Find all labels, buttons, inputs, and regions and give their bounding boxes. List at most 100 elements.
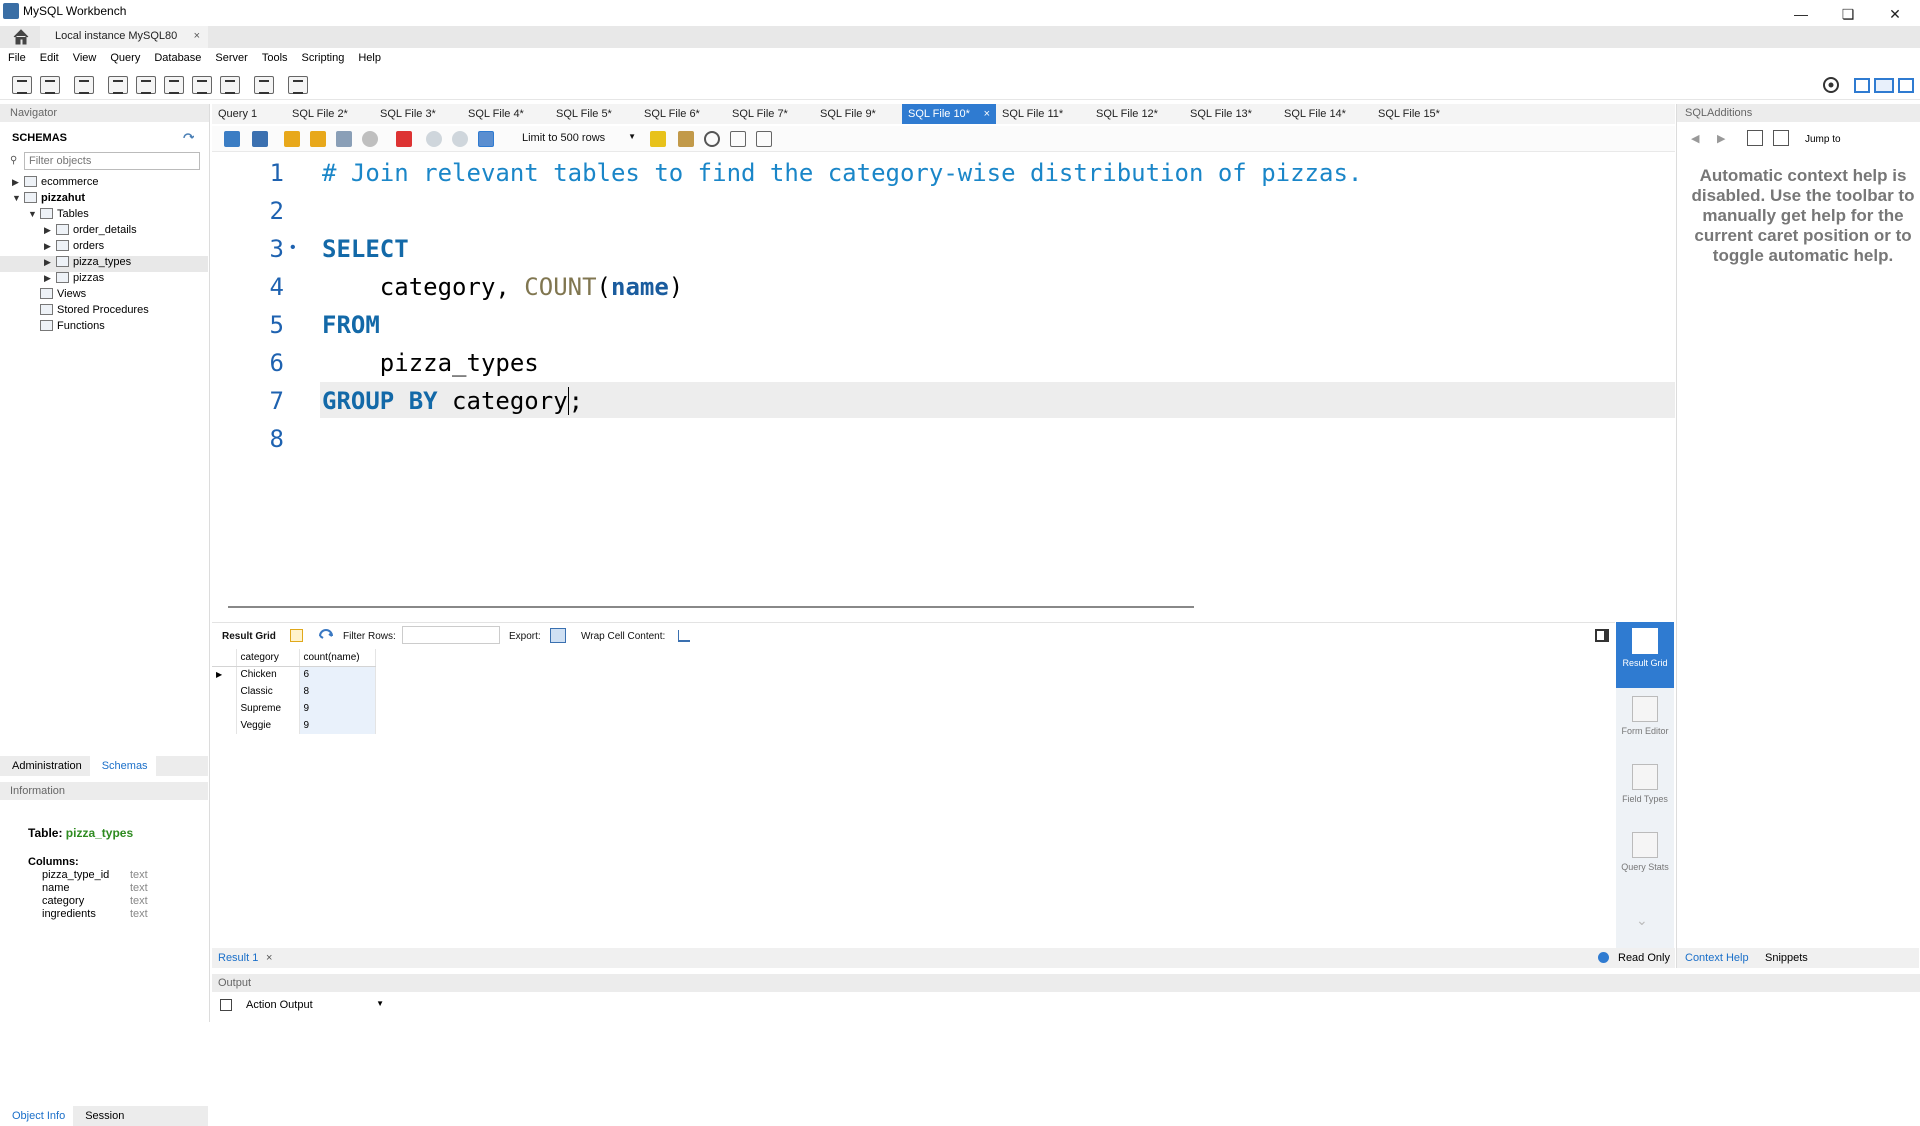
table-cell[interactable]: Chicken (236, 666, 300, 683)
execute-icon[interactable] (284, 131, 300, 147)
create-view-icon[interactable] (164, 76, 184, 94)
menu-file[interactable]: File (0, 48, 32, 64)
side-tab-result-grid[interactable]: Result Grid (1616, 622, 1674, 688)
create-function-icon[interactable] (220, 76, 240, 94)
open-file-icon[interactable] (224, 131, 240, 147)
connection-tab[interactable]: Local instance MySQL80 × (40, 26, 208, 48)
manual-help-icon[interactable] (1747, 130, 1763, 146)
tree-item[interactable]: ▼ Tables (0, 208, 208, 224)
copy-icon[interactable] (220, 999, 232, 1011)
collapsed-arrow-icon[interactable]: ▶ (44, 273, 56, 284)
editor-tab[interactable]: SQL File 2* (286, 104, 374, 124)
table-row[interactable]: Veggie 9 (212, 717, 376, 734)
close-tab-icon[interactable]: × (984, 108, 990, 120)
tree-item[interactable]: ▶ pizza_types (0, 256, 208, 272)
execute-current-icon[interactable] (310, 131, 326, 147)
commit-icon[interactable] (426, 131, 442, 147)
table-cell[interactable]: Supreme (236, 700, 300, 717)
row-marker[interactable] (212, 700, 237, 717)
refresh-icon[interactable] (318, 629, 334, 643)
editor-tab[interactable]: SQL File 15* (1372, 104, 1466, 124)
table-cell[interactable]: 6 (299, 666, 376, 683)
side-tab-query-stats[interactable]: Query Stats (1616, 826, 1674, 892)
explain-icon[interactable] (336, 131, 352, 147)
expanded-arrow-icon[interactable]: ▼ (28, 209, 40, 219)
column-header-category[interactable]: category (236, 649, 300, 667)
menu-tools[interactable]: Tools (254, 48, 294, 64)
editor-tab[interactable]: SQL File 11* (996, 104, 1090, 124)
new-sql-tab-icon[interactable] (12, 76, 32, 94)
settings-gear-icon[interactable] (1822, 76, 1840, 94)
tree-item[interactable]: ▶ ecommerce (0, 176, 208, 192)
tree-item[interactable]: Views (0, 288, 208, 304)
tab-schemas[interactable]: Schemas (89, 756, 156, 776)
tab-administration[interactable]: Administration (0, 756, 90, 776)
tab-object-info[interactable]: Object Info (0, 1106, 74, 1126)
filter-objects-input[interactable] (24, 152, 200, 170)
editor-tab[interactable]: Query 1 (212, 104, 286, 124)
tree-item[interactable]: ▼ pizzahut (0, 192, 208, 208)
menu-view[interactable]: View (65, 48, 103, 64)
toggle-error-icon[interactable] (396, 131, 412, 147)
scroll-down-icon[interactable]: ⌄ (1636, 912, 1648, 929)
editor-tab[interactable]: SQL File 14* (1278, 104, 1372, 124)
column-header-count[interactable]: count(name) (299, 649, 376, 667)
table-row[interactable]: ▶ Chicken 6 (212, 666, 376, 683)
refresh-schemas-icon[interactable] (182, 132, 194, 144)
menu-query[interactable]: Query (102, 48, 146, 64)
toggle-result-panel-icon[interactable] (1595, 629, 1609, 642)
result-grid-label[interactable]: Result Grid (222, 631, 276, 642)
close-button[interactable]: ✕ (1880, 4, 1910, 24)
grid-view-icon[interactable] (290, 629, 303, 642)
filter-rows-input[interactable] (402, 626, 500, 644)
menu-server[interactable]: Server (207, 48, 253, 64)
editor-tab[interactable]: SQL File 7* (726, 104, 814, 124)
wrap-cell-icon[interactable] (678, 630, 690, 642)
jump-to-label[interactable]: Jump to (1805, 134, 1841, 145)
tree-item[interactable]: ▶ orders (0, 240, 208, 256)
toggle-output-icon[interactable] (1874, 78, 1894, 93)
expanded-arrow-icon[interactable]: ▼ (12, 193, 24, 203)
side-tab-field-types[interactable]: Field Types (1616, 758, 1674, 824)
editor-tab[interactable]: SQL File 9* (814, 104, 902, 124)
menu-database[interactable]: Database (146, 48, 207, 64)
editor-tab[interactable]: SQL File 4* (462, 104, 550, 124)
sql-editor[interactable]: 1 2 3 • 4 5 6 7 8 # Join relevant tables… (212, 153, 1675, 600)
editor-tab[interactable]: SQL File 5* (550, 104, 638, 124)
table-row[interactable]: Classic 8 (212, 683, 376, 700)
table-cell[interactable]: Veggie (236, 717, 300, 734)
row-marker[interactable]: ▶ (212, 666, 237, 683)
row-marker[interactable] (212, 717, 237, 734)
limit-rows-select[interactable]: Limit to 500 rows ▼ (518, 130, 640, 148)
restore-button[interactable]: ❏ (1833, 4, 1863, 24)
result-tab-1[interactable]: Result 1 (218, 952, 258, 964)
create-table-icon[interactable] (136, 76, 156, 94)
table-cell[interactable]: 9 (299, 717, 376, 734)
side-tab-form-editor[interactable]: Form Editor (1616, 690, 1674, 756)
collapsed-arrow-icon[interactable]: ▶ (44, 257, 56, 268)
table-cell[interactable]: 9 (299, 700, 376, 717)
editor-tab[interactable]: SQL File 10* × (902, 104, 996, 124)
row-marker[interactable] (212, 683, 237, 700)
tree-item[interactable]: ▶ pizzas (0, 272, 208, 288)
inspector-icon[interactable] (74, 76, 94, 94)
table-cell[interactable]: 8 (299, 683, 376, 700)
find-icon[interactable] (704, 131, 720, 147)
table-cell[interactable]: Classic (236, 683, 300, 700)
tree-item[interactable]: Stored Procedures (0, 304, 208, 320)
back-arrow-icon[interactable]: ◀ (1691, 132, 1699, 145)
close-result-icon[interactable]: × (266, 952, 272, 964)
invisible-chars-icon[interactable] (730, 131, 746, 147)
editor-tab[interactable]: SQL File 13* (1184, 104, 1278, 124)
collapsed-arrow-icon[interactable]: ▶ (44, 225, 56, 236)
forward-arrow-icon[interactable]: ▶ (1717, 132, 1725, 145)
create-procedure-icon[interactable] (192, 76, 212, 94)
tree-item[interactable]: Functions (0, 320, 208, 336)
close-connection-icon[interactable]: × (194, 30, 200, 42)
home-icon[interactable] (12, 28, 30, 46)
stop-icon[interactable] (362, 131, 378, 147)
editor-tab[interactable]: SQL File 3* (374, 104, 462, 124)
collapsed-arrow-icon[interactable]: ▶ (12, 177, 24, 188)
editor-tab[interactable]: SQL File 6* (638, 104, 726, 124)
toggle-sidebar-icon[interactable] (1854, 78, 1870, 93)
